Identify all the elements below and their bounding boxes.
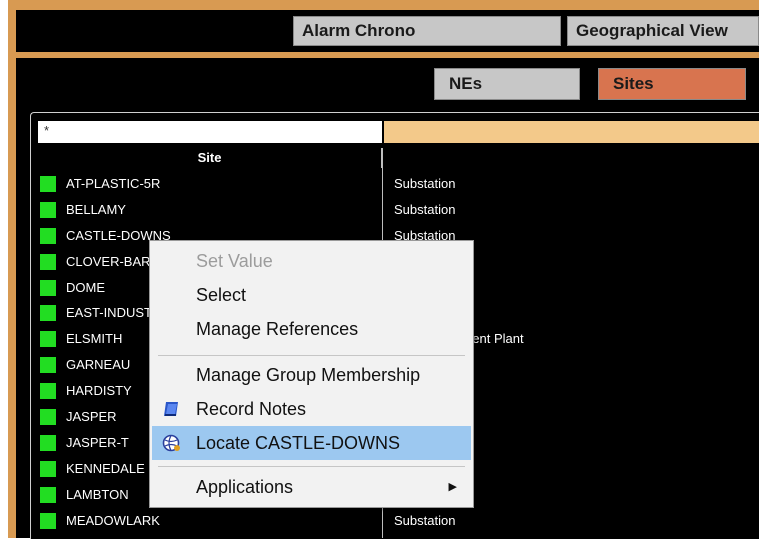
- site-name: JASPER-T: [66, 434, 129, 450]
- notes-icon: [164, 402, 178, 416]
- site-name: ELSMITH: [66, 331, 123, 347]
- menu-item-record-notes[interactable]: Record Notes: [152, 392, 471, 426]
- status-ok-icon: [40, 460, 56, 477]
- context-menu: Set Value Select Manage References Manag…: [149, 240, 474, 508]
- menu-item-manage-references[interactable]: Manage References: [152, 312, 471, 346]
- submenu-arrow-icon: ▶: [448, 481, 457, 493]
- menu-item-label: Locate CASTLE-DOWNS: [196, 433, 401, 453]
- menu-separator: [158, 466, 465, 467]
- tab-alarm-chrono[interactable]: Alarm Chrono: [293, 16, 561, 46]
- table-row[interactable]: AT-PLASTIC-5R Substation: [38, 172, 759, 198]
- site-name: DOME: [66, 279, 105, 295]
- status-ok-icon: [40, 201, 56, 218]
- table-row[interactable]: BELLAMY Substation: [38, 198, 759, 224]
- site-name: MEADOWLARK: [66, 512, 160, 528]
- site-name: CLOVER-BAR: [66, 253, 151, 269]
- status-ok-icon: [40, 357, 56, 374]
- tab-geographical-view[interactable]: Geographical View: [567, 16, 759, 46]
- status-ok-icon: [40, 331, 56, 348]
- site-name: JASPER: [66, 409, 117, 425]
- status-ok-icon: [40, 383, 56, 400]
- status-ok-icon: [40, 227, 56, 244]
- status-ok-icon: [40, 512, 56, 529]
- site-name: LAMBTON: [66, 486, 129, 502]
- menu-item-label: Manage References: [196, 319, 359, 339]
- menu-item-applications[interactable]: Applications ▶: [152, 470, 471, 504]
- status-ok-icon: [40, 279, 56, 296]
- status-ok-icon: [40, 253, 56, 270]
- menu-item-label: Record Notes: [196, 399, 307, 419]
- site-name: GARNEAU: [66, 357, 131, 373]
- table-row[interactable]: MEADOWLARK Substation: [38, 509, 759, 535]
- site-name: KENNEDALE: [66, 460, 145, 476]
- menu-item-label: Applications: [196, 477, 294, 497]
- column-header-site[interactable]: Site: [38, 148, 382, 168]
- site-type: Substation: [394, 512, 456, 528]
- site-type: Substation: [394, 176, 456, 191]
- status-ok-icon: [40, 434, 56, 451]
- site-name: AT-PLASTIC-5R: [66, 176, 161, 191]
- site-filter-input[interactable]: *: [38, 121, 382, 143]
- menu-item-label: Manage Group Membership: [196, 365, 421, 385]
- menu-item-label: Set Value: [196, 251, 273, 271]
- menu-item-set-value: Set Value: [152, 244, 471, 278]
- type-filter-input[interactable]: [384, 121, 759, 143]
- menu-separator: [158, 355, 465, 356]
- site-name: BELLAMY: [66, 201, 126, 217]
- menu-item-label: Select: [196, 285, 247, 305]
- status-ok-icon: [40, 409, 56, 426]
- site-type: Substation: [394, 201, 456, 217]
- site-name: HARDISTY: [66, 383, 132, 399]
- menu-item-select[interactable]: Select: [152, 278, 471, 312]
- subtab-nes[interactable]: NEs: [434, 68, 580, 100]
- status-ok-icon: [40, 486, 56, 503]
- status-ok-icon: [40, 305, 56, 322]
- status-ok-icon: [40, 176, 56, 192]
- menu-item-locate[interactable]: Locate CASTLE-DOWNS: [152, 426, 471, 460]
- menu-item-manage-group-membership[interactable]: Manage Group Membership: [152, 358, 471, 392]
- subtab-sites[interactable]: Sites: [598, 68, 746, 100]
- locate-globe-icon: [162, 434, 180, 452]
